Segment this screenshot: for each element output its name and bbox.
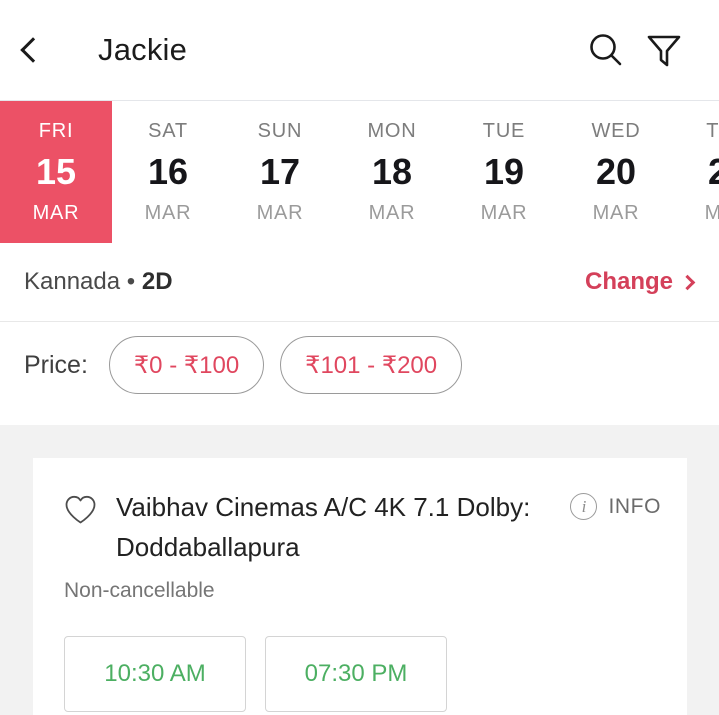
date-cell-0[interactable]: FRI 15 MAR bbox=[0, 101, 112, 243]
date-dow: MON bbox=[367, 120, 417, 142]
language-value: Kannada bbox=[24, 268, 121, 295]
filter-funnel-icon bbox=[647, 35, 681, 67]
showtime-button-0[interactable]: 10:30 AM bbox=[64, 636, 246, 713]
change-language-button[interactable]: Change bbox=[584, 268, 696, 296]
chevron-right-icon bbox=[679, 274, 696, 290]
language-separator: • bbox=[126, 268, 136, 295]
showtime-list: 10:30 AM 07:30 PM bbox=[64, 636, 661, 713]
search-icon bbox=[590, 34, 622, 66]
change-label: Change bbox=[584, 268, 673, 295]
date-cell-4[interactable]: TUE 19 MAR bbox=[448, 101, 560, 243]
date-month: MAR bbox=[368, 202, 416, 224]
date-cell-1[interactable]: SAT 16 MAR bbox=[112, 101, 224, 243]
date-day: 17 bbox=[259, 151, 301, 192]
date-month: MAR bbox=[32, 202, 80, 224]
format-value: 2D bbox=[141, 268, 173, 295]
filter-button[interactable] bbox=[635, 21, 693, 79]
app-header: Jackie bbox=[0, 0, 719, 100]
price-pill-1[interactable]: ₹101 - ₹200 bbox=[280, 336, 463, 394]
date-cell-5[interactable]: WED 20 MAR bbox=[560, 101, 672, 243]
date-month: MAR bbox=[480, 202, 528, 224]
date-day: 19 bbox=[483, 151, 525, 192]
info-circle-icon: i bbox=[570, 493, 598, 520]
date-month: MAR bbox=[592, 202, 640, 224]
date-day: 18 bbox=[371, 151, 413, 192]
venue-cancellation-note: Non-cancellable bbox=[64, 579, 215, 603]
date-month: MAR bbox=[705, 203, 719, 223]
venue-info-button[interactable]: i INFO bbox=[570, 488, 661, 520]
venue-list: Vaibhav Cinemas A/C 4K 7.1 Dolby: Doddab… bbox=[0, 425, 719, 715]
date-day: 15 bbox=[35, 151, 77, 192]
date-dow: WED bbox=[591, 120, 641, 142]
price-filter-label: Price: bbox=[24, 350, 88, 379]
heart-outline-icon[interactable] bbox=[64, 494, 97, 530]
date-dow: THU bbox=[706, 120, 719, 142]
date-selector-strip[interactable]: FRI 15 MAR SAT 16 MAR SUN 17 MAR MON 18 … bbox=[0, 100, 719, 243]
venue-card[interactable]: Vaibhav Cinemas A/C 4K 7.1 Dolby: Doddab… bbox=[33, 458, 687, 715]
price-filter-row: Price: ₹0 - ₹100 ₹101 - ₹200 bbox=[0, 322, 719, 408]
page-title: Jackie bbox=[98, 32, 188, 67]
date-dow: TUE bbox=[482, 120, 526, 142]
venue-header: Vaibhav Cinemas A/C 4K 7.1 Dolby: Doddab… bbox=[64, 488, 661, 567]
showtime-button-1[interactable]: 07:30 PM bbox=[265, 636, 447, 713]
date-month: MAR bbox=[256, 202, 304, 224]
date-day: 20 bbox=[595, 151, 637, 192]
language-format-label: Kannada • 2D bbox=[24, 268, 173, 296]
chevron-left-icon bbox=[20, 37, 46, 63]
date-cell-3[interactable]: MON 18 MAR bbox=[336, 101, 448, 243]
date-cell-2[interactable]: SUN 17 MAR bbox=[224, 101, 336, 243]
date-cell-6[interactable]: THU 21 MAR bbox=[672, 101, 719, 243]
date-month: MAR bbox=[144, 202, 192, 224]
info-label: INFO bbox=[608, 494, 661, 518]
date-day: 16 bbox=[147, 151, 189, 192]
date-dow: FRI bbox=[38, 120, 74, 142]
date-dow: SUN bbox=[257, 120, 303, 142]
venue-name: Vaibhav Cinemas A/C 4K 7.1 Dolby: Doddab… bbox=[116, 492, 531, 562]
date-day: 21 bbox=[708, 154, 719, 190]
language-format-row: Kannada • 2D Change bbox=[0, 243, 719, 322]
search-button[interactable] bbox=[577, 21, 635, 79]
app-root: Jackie FRI 15 MAR SAT 16 MAR SUN 17 MAR … bbox=[0, 0, 719, 715]
back-button[interactable] bbox=[20, 28, 64, 72]
price-pill-0[interactable]: ₹0 - ₹100 bbox=[108, 336, 265, 394]
date-dow: SAT bbox=[148, 120, 188, 142]
